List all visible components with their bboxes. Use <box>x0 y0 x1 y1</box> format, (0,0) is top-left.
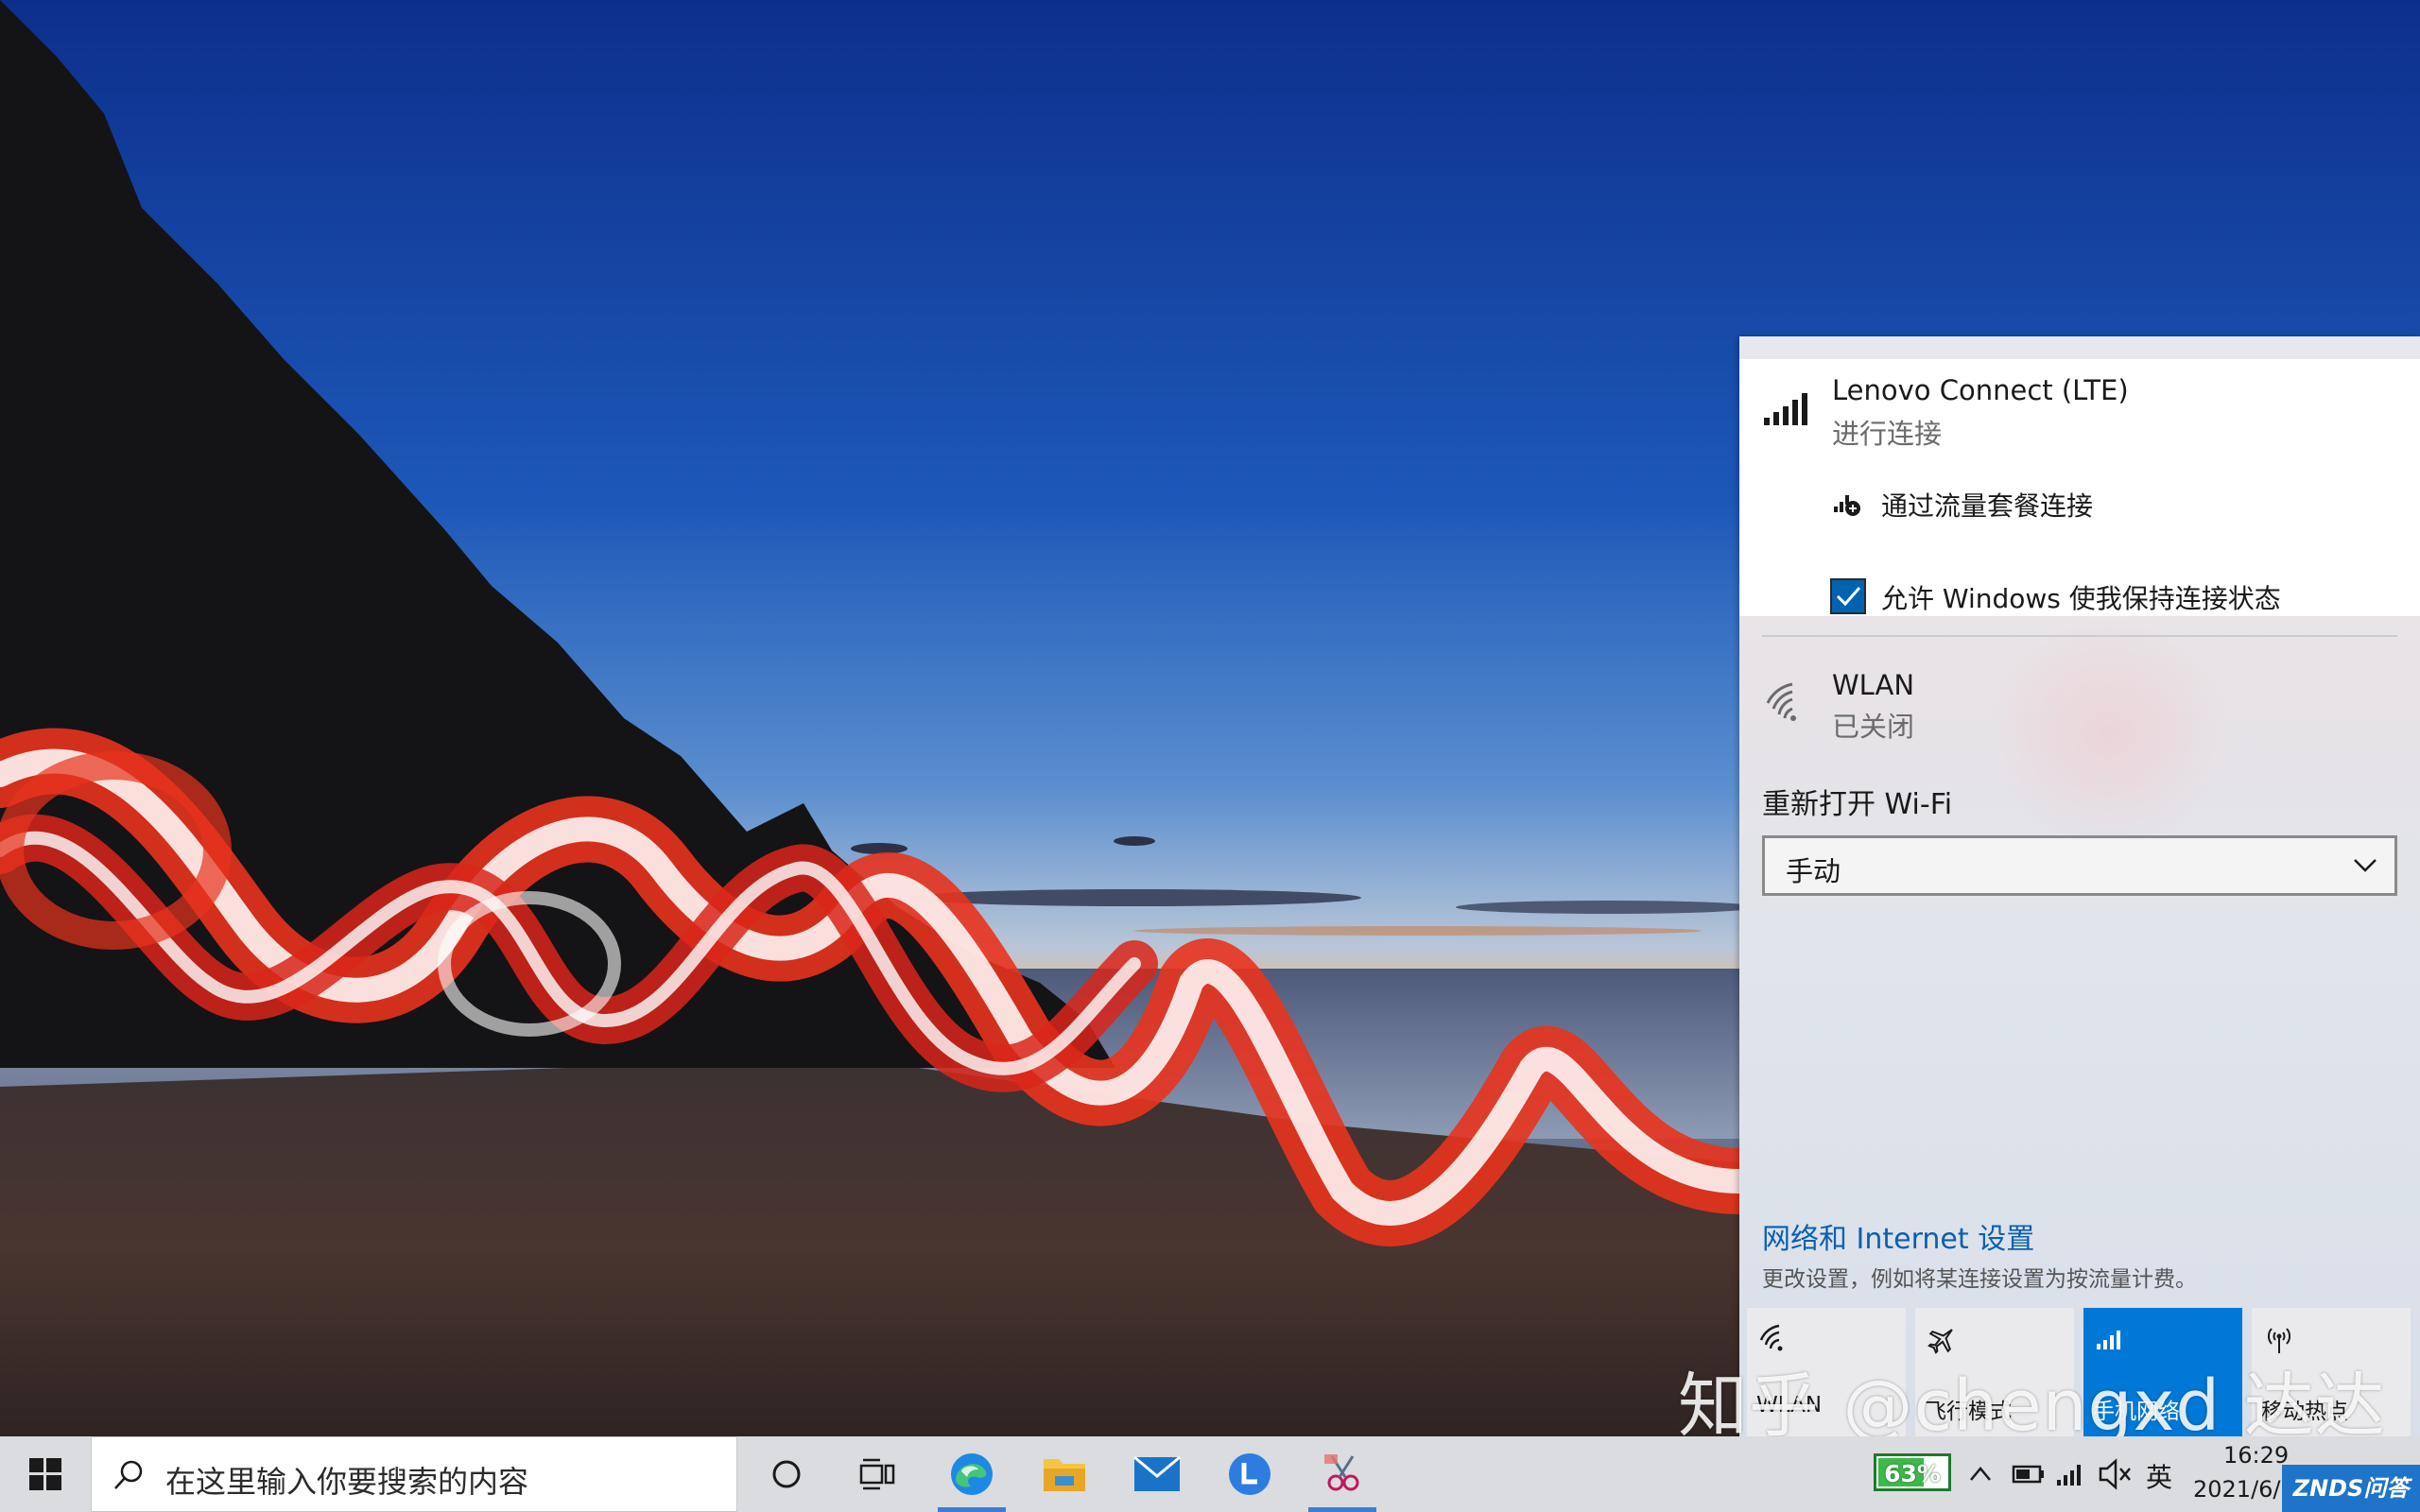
cortana-button[interactable] <box>741 1436 832 1512</box>
cellular-tray-icon[interactable] <box>2053 1436 2087 1512</box>
taskbar-app-snipping[interactable] <box>1297 1436 1388 1512</box>
search-placeholder: 在这里输入你要搜索的内容 <box>165 1464 529 1500</box>
keep-connected-checkbox[interactable] <box>1830 578 1866 614</box>
snipping-tool-icon <box>1324 1454 1359 1491</box>
wlan-network-name[interactable]: WLAN <box>1832 669 1914 701</box>
mail-icon <box>1133 1455 1181 1491</box>
taskbar-app-file-explorer[interactable] <box>1019 1436 1110 1512</box>
wlan-network-status: 已关闭 <box>1832 711 1915 743</box>
cortana-circle-icon <box>772 1460 801 1488</box>
file-explorer-icon <box>1044 1459 1085 1491</box>
wifi-reopen-value: 手动 <box>1786 855 1841 887</box>
app-open-indicator <box>938 1507 1006 1512</box>
taskbar-app-mail[interactable] <box>1112 1436 1202 1512</box>
taskbar: 在这里输入你要搜索的内容 63% 英 16:29 2021/6/ ZNDS问答 <box>0 1436 2420 1512</box>
keep-connected-label[interactable]: 允许 Windows 使我保持连接状态 <box>1881 578 2281 616</box>
cellular-icon <box>2097 1331 2120 1349</box>
wifi-reopen-label: 重新打开 Wi-Fi <box>1762 788 1953 821</box>
task-view-icon <box>859 1458 895 1490</box>
show-hidden-icons-chevron-icon[interactable] <box>1966 1436 1995 1512</box>
task-view-button[interactable] <box>832 1436 923 1512</box>
lenovo-app-icon <box>1229 1453 1270 1495</box>
lte-network-name: Lenovo Connect (LTE) <box>1832 374 2129 406</box>
taskbar-app-edge[interactable] <box>926 1436 1017 1512</box>
battery-percentage-badge: 63% <box>1874 1453 1951 1491</box>
cellular-signal-icon <box>1764 393 1807 425</box>
input-method-indicator[interactable]: 英 <box>2146 1457 2172 1495</box>
windows-logo-icon <box>29 1458 61 1490</box>
app-open-indicator <box>1308 1507 1376 1512</box>
lte-network-status: 进行连接 <box>1832 418 1943 450</box>
checkmark-icon <box>1836 587 1861 607</box>
watermark: 知乎 @chengxd 达达 <box>1678 1366 2386 1447</box>
wifi-reopen-dropdown[interactable]: 手动 <box>1762 835 2397 896</box>
metered-connection-icon <box>1834 495 1860 516</box>
search-icon <box>114 1460 143 1489</box>
battery-percent-text: 63% <box>1884 1460 1941 1487</box>
wifi-icon <box>1759 1324 1783 1351</box>
clock-time[interactable]: 16:29 <box>2223 1442 2289 1469</box>
lte-network-card[interactable]: Lenovo Connect (LTE) 进行连接 通过流量套餐连接 允许 Wi… <box>1739 359 2420 616</box>
edge-icon <box>951 1453 993 1495</box>
network-flyout: Lenovo Connect (LTE) 进行连接 通过流量套餐连接 允许 Wi… <box>1739 336 2420 1436</box>
flyout-acrylic-tint <box>1985 620 2231 847</box>
metered-connection-label[interactable]: 通过流量套餐连接 <box>1881 486 2093 524</box>
taskbar-app-lenovo[interactable] <box>1204 1436 1295 1512</box>
flyout-divider <box>1762 635 2397 637</box>
volume-muted-icon[interactable] <box>2097 1436 2135 1512</box>
network-settings-link[interactable]: 网络和 Internet 设置 <box>1762 1215 2034 1257</box>
clock-date[interactable]: 2021/6/ <box>2193 1476 2281 1503</box>
taskbar-search-box[interactable]: 在这里输入你要搜索的内容 <box>91 1436 737 1512</box>
chevron-down-icon <box>2354 859 2377 872</box>
network-settings-description: 更改设置，例如将某连接设置为按流量计费。 <box>1762 1267 2197 1292</box>
start-button[interactable] <box>0 1436 91 1512</box>
battery-icon[interactable] <box>2010 1436 2048 1512</box>
wifi-off-icon <box>1766 682 1796 721</box>
corner-watermark-badge: ZNDS问答 <box>2282 1465 2420 1512</box>
